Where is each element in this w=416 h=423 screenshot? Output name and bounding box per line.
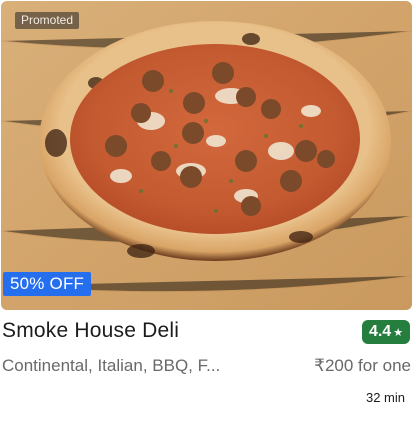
promoted-badge: Promoted [15,12,80,29]
restaurant-name[interactable]: Smoke House Deli [2,319,179,343]
offer-badge: 50% OFF [3,272,92,296]
restaurant-photo[interactable]: Promoted 50% OFF [1,1,412,310]
star-icon: ★ [393,326,404,339]
rating-value: 4.4 [368,323,392,340]
rating-badge: 4.4 ★ [362,320,410,344]
price-for-one: ₹200 for one [314,356,411,375]
cuisine-list: Continental, Italian, BBQ, F... [2,356,221,375]
delivery-time: 32 min [365,390,405,405]
restaurant-card[interactable]: Promoted 50% OFF Smoke House Deli 4.4 ★ … [0,0,416,423]
